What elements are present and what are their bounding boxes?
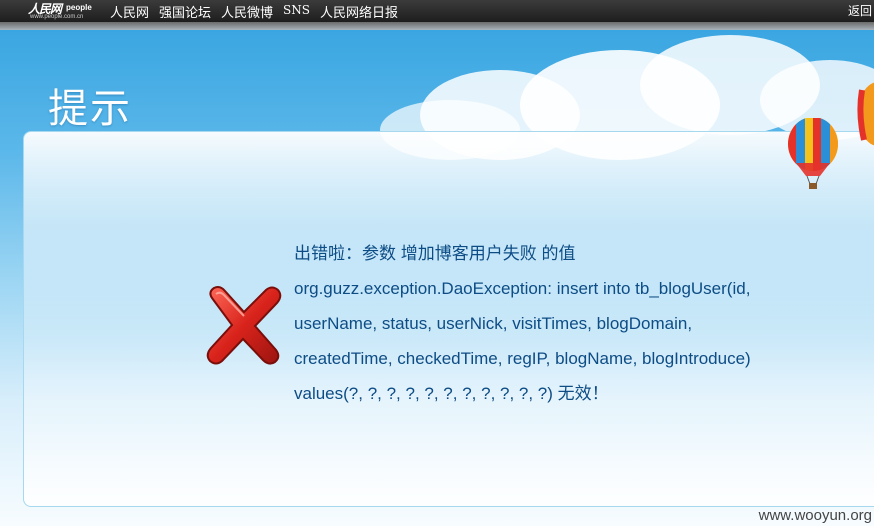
nav-link-daily[interactable]: 人民网络日报 [320,2,398,21]
top-nav-links: 人民网 强国论坛 人民微博 SNS 人民网络日报 [110,2,398,21]
error-message: 出错啦：参数 增加博客用户失败 的值 org.guzz.exception.Da… [294,236,854,411]
logo-url: www.people.com.cn [30,14,84,20]
hot-air-balloon-icon [788,118,838,189]
header-divider [0,22,874,30]
error-x-icon [206,286,282,365]
nav-link-forum[interactable]: 强国论坛 [159,2,211,21]
error-line: userName, status, userNick, visitTimes, … [294,314,693,333]
back-link[interactable]: 返回 [848,2,872,19]
error-line: org.guzz.exception.DaoException: insert … [294,279,751,298]
error-line: createdTime, checkedTime, regIP, blogNam… [294,349,751,368]
hot-air-balloon-icon [857,82,874,146]
logo-brand-en: people [66,3,92,12]
page-title: 提示 [48,86,132,132]
watermark: www.wooyun.org [758,507,872,524]
error-line: values(?, ?, ?, ?, ?, ?, ?, ?, ?, ?, ?) … [294,384,609,403]
error-line: 出错啦：参数 增加博客用户失败 的值 [294,244,576,263]
top-nav-bar: 人民网 people www.people.com.cn 人民网 强国论坛 人民… [0,0,874,22]
nav-link-weibo[interactable]: 人民微博 [221,2,273,21]
nav-link-people[interactable]: 人民网 [110,2,149,21]
people-logo[interactable]: 人民网 people www.people.com.cn [28,0,96,22]
nav-link-sns[interactable]: SNS [283,2,310,21]
